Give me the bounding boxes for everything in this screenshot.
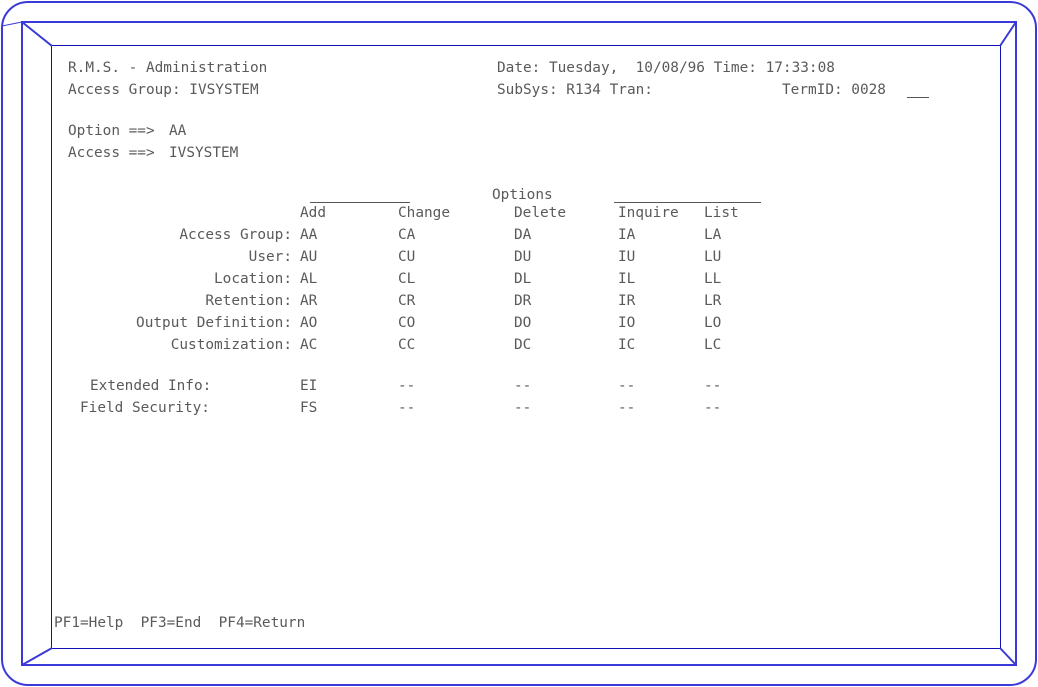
- option-code: CO: [398, 315, 416, 331]
- option-code: AO: [300, 315, 318, 331]
- option-code: DL: [514, 271, 532, 287]
- option-code: LC: [704, 337, 722, 353]
- row-label-extended-info: Extended Info:: [90, 378, 212, 394]
- option-code: --: [398, 378, 416, 394]
- option-code: LR: [704, 293, 722, 309]
- option-code: DA: [514, 227, 532, 243]
- option-label: Option ==>: [68, 123, 155, 139]
- option-code: DO: [514, 315, 532, 331]
- option-code: CC: [398, 337, 416, 353]
- date-time: Date: Tuesday, 10/08/96 Time: 17:33:08: [497, 60, 835, 76]
- option-code: IL: [618, 271, 636, 287]
- terminal-screen: R.M.S. - Administration Access Group: IV…: [52, 46, 1000, 648]
- option-code: CL: [398, 271, 416, 287]
- termid: TermID: 0028: [782, 82, 886, 98]
- option-code: LL: [704, 271, 722, 287]
- column-header-change: Change: [398, 205, 450, 221]
- options-left-rule: [310, 202, 410, 203]
- option-code: LO: [704, 315, 722, 331]
- option-code: LA: [704, 227, 722, 243]
- access-input[interactable]: IVSYSTEM: [169, 144, 238, 162]
- access-label: Access ==>: [68, 145, 155, 161]
- option-code: IC: [618, 337, 636, 353]
- option-code: --: [704, 378, 722, 394]
- column-header-add: Add: [300, 205, 326, 221]
- option-code: --: [398, 400, 416, 416]
- row-label-customization: Customization:: [170, 337, 292, 353]
- row-label-user: User:: [248, 249, 292, 265]
- option-code: DR: [514, 293, 532, 309]
- option-code: LU: [704, 249, 722, 265]
- option-code: IU: [618, 249, 636, 265]
- option-code: CA: [398, 227, 416, 243]
- option-code: --: [514, 378, 532, 394]
- access-group-header: Access Group: IVSYSTEM: [68, 82, 259, 98]
- option-input[interactable]: AA: [169, 122, 186, 140]
- option-code: IR: [618, 293, 636, 309]
- option-code: AU: [300, 249, 318, 265]
- option-code: AA: [300, 227, 318, 243]
- subsys-tran: SubSys: R134 Tran:: [497, 82, 653, 98]
- options-title: Options: [492, 187, 553, 203]
- termid-input-underline[interactable]: [907, 97, 929, 98]
- option-code: --: [618, 378, 636, 394]
- row-label-access-group: Access Group:: [179, 227, 292, 243]
- option-code: --: [618, 400, 636, 416]
- option-code: IA: [618, 227, 636, 243]
- options-right-rule: [614, 202, 761, 203]
- option-code: CU: [398, 249, 416, 265]
- option-code: --: [514, 400, 532, 416]
- column-header-inquire: Inquire: [618, 205, 679, 221]
- option-code: DU: [514, 249, 532, 265]
- column-header-delete: Delete: [514, 205, 566, 221]
- app-title: R.M.S. - Administration: [68, 60, 268, 76]
- option-code: FS: [300, 400, 318, 416]
- row-label-output-definition: Output Definition:: [136, 315, 292, 331]
- option-code: AC: [300, 337, 318, 353]
- option-code: AL: [300, 271, 318, 287]
- option-code: EI: [300, 378, 318, 394]
- option-code: DC: [514, 337, 532, 353]
- row-label-retention: Retention:: [205, 293, 292, 309]
- option-code: AR: [300, 293, 318, 309]
- pf-key-bar[interactable]: PF1=Help PF3=End PF4=Return: [54, 614, 305, 632]
- row-label-field-security: Field Security:: [80, 400, 210, 416]
- row-label-location: Location:: [214, 271, 292, 287]
- column-header-list: List: [704, 205, 739, 221]
- option-code: IO: [618, 315, 636, 331]
- option-code: CR: [398, 293, 416, 309]
- option-code: --: [704, 400, 722, 416]
